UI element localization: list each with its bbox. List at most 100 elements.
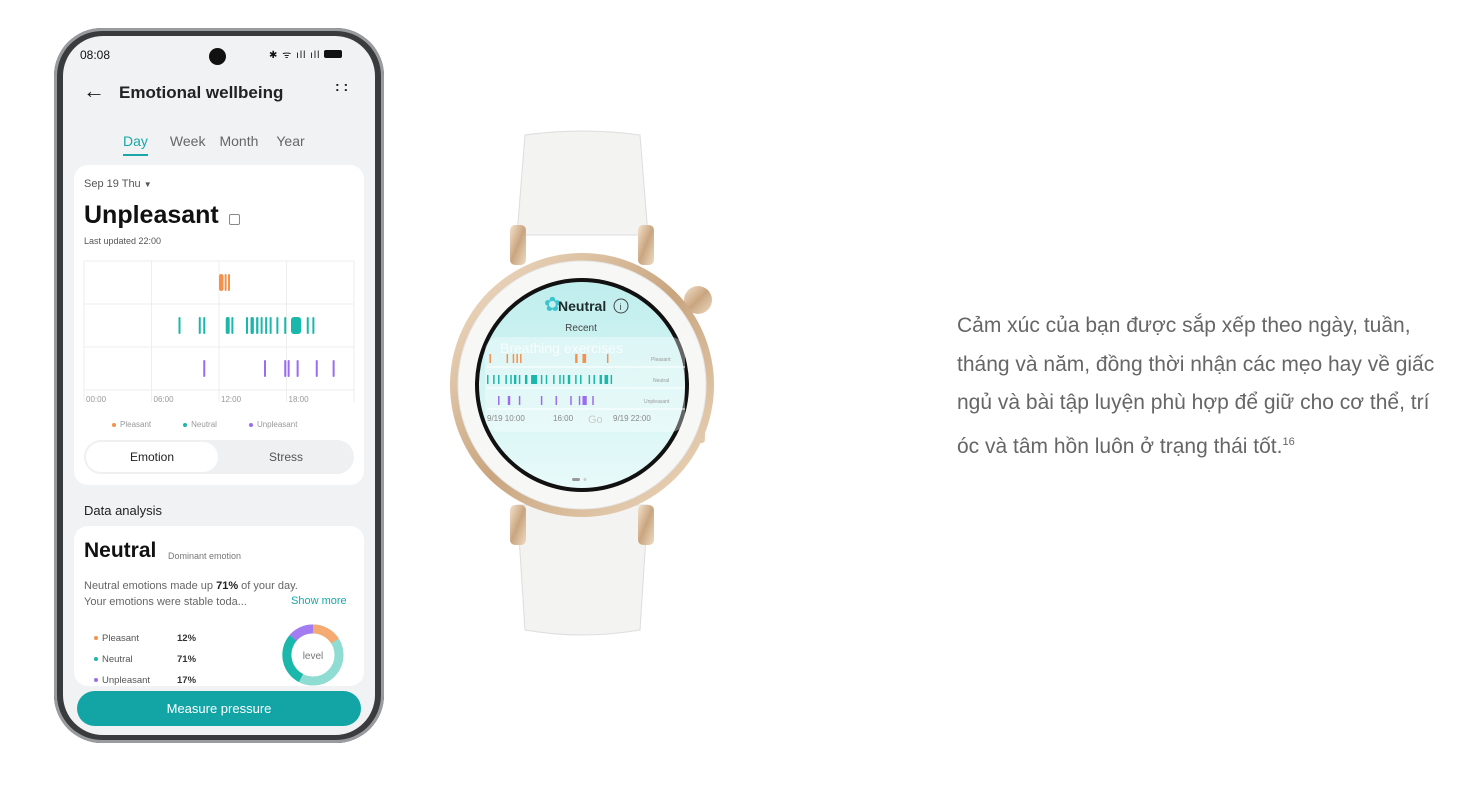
emotion-breakdown: Pleasant 12% Neutral 71% Unpleasant 17% <box>94 628 196 686</box>
section-title: Data analysis <box>84 503 163 518</box>
feature-description: Cảm xúc của bạn được sắp xếp theo ngày, … <box>957 314 1435 458</box>
watch-bar-neutral <box>505 375 507 384</box>
emotion-bar-neutral <box>203 317 206 334</box>
watch-bar-neutral <box>567 375 571 384</box>
status-time: 08:08 <box>80 48 111 62</box>
watch-bar-pleasant <box>575 354 578 363</box>
watch-bar-pleasant <box>512 354 515 363</box>
lower-strap <box>516 504 649 636</box>
emotion-bar-neutral <box>265 317 268 334</box>
watch-bar-pleasant <box>489 354 491 363</box>
watch-bar-pleasant <box>520 354 522 363</box>
legend-unpleasant: Unpleasant <box>248 420 297 429</box>
emotion-bar-unpleasant <box>203 360 206 377</box>
watch-bar-pleasant <box>606 354 609 363</box>
page-title: Emotional wellbeing <box>119 83 284 102</box>
row-neutral: Neutral 71% <box>94 649 196 670</box>
donut-unpleasant <box>289 624 314 642</box>
analysis-text: Neutral emotions made up 71% of your day… <box>84 580 298 608</box>
x-tick-label: 06:00 <box>154 395 175 404</box>
watch-bar-unpleasant <box>578 396 581 405</box>
watch-bar-neutral <box>498 375 500 384</box>
dominant-label: Dominant emotion <box>168 551 242 561</box>
edit-icon[interactable] <box>229 214 240 225</box>
watch-row-unpleasant: Unpleasant <box>644 399 670 405</box>
watch-bar-neutral <box>545 375 548 384</box>
x-tick-label: 18:00 <box>289 395 310 404</box>
legend-neutral: Neutral <box>183 420 217 429</box>
watch-bar-unpleasant <box>570 396 572 405</box>
measure-pressure-button[interactable]: Measure pressure <box>77 691 361 726</box>
emotion-bar-neutral <box>246 317 248 334</box>
watch-bar-neutral <box>580 375 582 384</box>
phone-screen: 08:08 ✱ ᯤ ıll ıll ← Emotional wellbeing … <box>63 36 375 735</box>
watch-state: Neutral <box>558 298 606 314</box>
emotion-bar-unpleasant <box>332 360 335 377</box>
watch-bar-neutral <box>599 375 603 384</box>
watch-bar-unpleasant <box>582 396 587 405</box>
emotion-bar-neutral <box>284 317 287 334</box>
phone-mockup: 08:08 ✱ ᯤ ıll ıll ← Emotional wellbeing … <box>54 28 384 743</box>
page-indicator <box>572 478 580 481</box>
watch-tick: 16:00 <box>553 414 574 423</box>
watch-bar-pleasant <box>582 354 587 363</box>
back-arrow-icon[interactable]: ← <box>83 78 105 104</box>
watch-bar-neutral <box>588 375 591 384</box>
row-unpleasant: Unpleasant 17% <box>94 670 196 686</box>
period-tabs: Day Week Month Year <box>123 133 343 156</box>
watch-bar-pleasant <box>516 354 518 363</box>
emotion-toggle-button[interactable]: Emotion <box>86 442 218 472</box>
x-tick-label: 00:00 <box>86 395 107 404</box>
watch-bar-unpleasant <box>592 396 594 405</box>
watch-bar-neutral <box>510 375 512 384</box>
tab-week[interactable]: Week <box>170 133 206 156</box>
watch-bar-neutral <box>593 375 595 384</box>
tab-month[interactable]: Month <box>219 133 258 156</box>
chart-legend: Pleasant Neutral Unpleasant <box>112 420 297 429</box>
watch-bar-neutral <box>559 375 561 384</box>
emotion-donut: level <box>282 624 344 686</box>
watch-bar-neutral <box>610 375 613 384</box>
emotion-bar-neutral <box>256 317 259 334</box>
dominant-emotion: Neutral <box>84 539 157 562</box>
more-options-icon[interactable]: : : <box>335 79 348 93</box>
emotion-bar-neutral <box>260 317 263 334</box>
footnote-marker: 16 <box>1282 435 1295 448</box>
watch-bar-neutral <box>518 375 521 384</box>
tab-day[interactable]: Day <box>123 133 148 156</box>
donut-neutral <box>282 635 304 683</box>
row-pleasant: Pleasant 12% <box>94 628 196 649</box>
smartwatch: ✿ Neutral i Recent Breathing exercises G… <box>450 130 714 636</box>
watch-row-pleasant: Pleasant <box>651 357 671 363</box>
emotion-bar-unpleasant <box>284 360 287 377</box>
watch-bar-unpleasant <box>518 396 521 405</box>
current-state: Unpleasant <box>84 201 219 229</box>
emotion-bar-unpleasant <box>264 360 266 377</box>
watch-subtitle: Recent <box>565 323 597 334</box>
watch-bar-neutral <box>575 375 577 384</box>
x-tick-label: 12:00 <box>221 395 242 404</box>
emotion-bar-neutral <box>276 317 279 334</box>
legend-pleasant: Pleasant <box>112 420 151 429</box>
svg-text:i: i <box>620 302 622 312</box>
emotion-bar-unpleasant <box>315 360 318 377</box>
show-more-link[interactable]: Show more <box>291 595 347 607</box>
stress-toggle-button[interactable]: Stress <box>220 442 352 472</box>
dropdown-icon: ▼ <box>143 180 152 189</box>
last-updated: Last updated 22:00 <box>84 236 162 246</box>
analysis-card: Neutral Dominant emotion Neutral emotion… <box>74 526 364 686</box>
emotion-bar-neutral <box>291 317 302 334</box>
status-icons: ✱ ᯤ ıll ıll <box>269 47 343 61</box>
date-label: Sep 19 Thu <box>84 178 141 190</box>
tab-year[interactable]: Year <box>276 133 304 156</box>
emotion-bar-neutral <box>198 317 201 334</box>
watch-row-neutral: Neutral <box>653 378 669 384</box>
date-selector[interactable]: Sep 19 Thu ▼ <box>84 178 152 190</box>
go-button-ghost[interactable]: Go <box>588 414 603 426</box>
watch-bar-neutral <box>604 375 609 384</box>
watch-bar-neutral <box>562 375 565 384</box>
emotion-stress-toggle: Emotion Stress <box>84 440 354 474</box>
emotion-bar-neutral <box>306 317 309 334</box>
watch-tick: 9/19 10:00 <box>487 414 525 423</box>
watch-bar-unpleasant <box>498 396 500 405</box>
